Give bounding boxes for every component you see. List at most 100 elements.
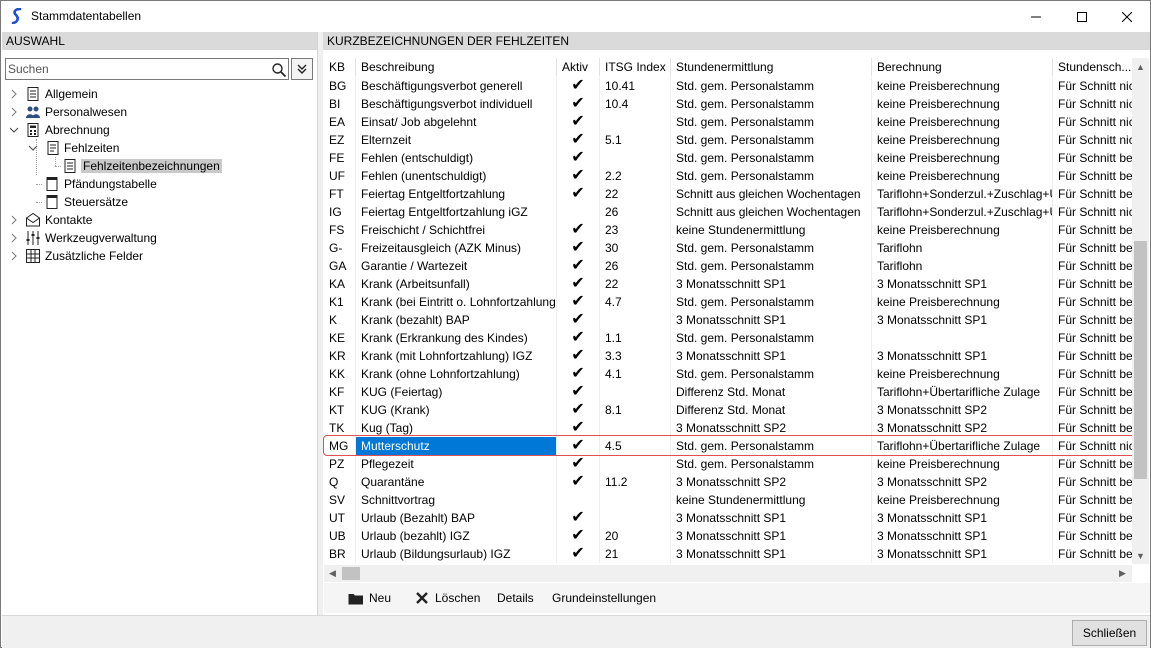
- cell-kb[interactable]: IG: [324, 203, 355, 221]
- table-row[interactable]: BG Beschäftigungsverbot generell ✔ 10.41 Std…: [324, 77, 1134, 95]
- cell-kb[interactable]: FS: [324, 221, 355, 239]
- table-row[interactable]: K Krank (bezahlt) BAP ✔ 3 Monatsschnitt SP1…: [324, 311, 1134, 329]
- cell-itsg-index[interactable]: 21: [599, 545, 670, 563]
- cell-itsg-index[interactable]: [599, 509, 670, 527]
- cell-kb[interactable]: FT: [324, 185, 355, 203]
- cell-berechnung[interactable]: 3 Monatsschnitt SP2: [871, 419, 1052, 437]
- cell-itsg-index[interactable]: [599, 311, 670, 329]
- table-row[interactable]: KE Krank (Erkrankung des Kindes) ✔ 1.1 Std. …: [324, 329, 1134, 347]
- tree-item-steuersaetze[interactable]: Steuersätze: [42, 193, 302, 211]
- cell-kb[interactable]: EZ: [324, 131, 355, 149]
- tree-item-allgemein[interactable]: Allgemein: [9, 85, 309, 103]
- cell-berechnung[interactable]: 3 Monatsschnitt SP1: [871, 527, 1052, 545]
- cell-kb[interactable]: FE: [324, 149, 355, 167]
- cell-beschreibung[interactable]: Freizeitausgleich (AZK Minus): [355, 239, 556, 257]
- cell-beschreibung[interactable]: Urlaub (Bildungsurlaub) IGZ: [355, 545, 556, 563]
- table-row[interactable]: IG Feiertag Entgeltfortzahlung iGZ 26 Schni…: [324, 203, 1134, 221]
- cell-itsg-index[interactable]: [599, 149, 670, 167]
- cell-berechnung[interactable]: 3 Monatsschnitt SP2: [871, 401, 1052, 419]
- table-row[interactable]: KA Krank (Arbeitsunfall) ✔ 22 3 Monatsschnit…: [324, 275, 1134, 293]
- active-checkmark-cell[interactable]: ✔: [556, 275, 599, 293]
- cell-berechnung[interactable]: keine Preisberechnung: [871, 149, 1052, 167]
- cell-beschreibung[interactable]: Fehlen (entschuldigt): [355, 149, 556, 167]
- header-col-stundenermittlung[interactable]: Stundenermittlung: [670, 58, 871, 76]
- cell-stundenermittlung[interactable]: 3 Monatsschnitt SP1: [670, 311, 871, 329]
- cell-stundenermittlung[interactable]: Std. gem. Personalstamm: [670, 293, 871, 311]
- cell-itsg-index[interactable]: 11.2: [599, 473, 670, 491]
- cell-berechnung[interactable]: keine Preisberechnung: [871, 293, 1052, 311]
- cell-itsg-index[interactable]: 1.1: [599, 329, 670, 347]
- cell-beschreibung[interactable]: Fehlen (unentschuldigt): [355, 167, 556, 185]
- cell-stundenermittlung[interactable]: Schnitt aus gleichen Wochentagen: [670, 185, 871, 203]
- cell-stundenschnitt[interactable]: Für Schnitt nic: [1052, 203, 1134, 221]
- active-checkmark-cell[interactable]: ✔: [556, 329, 599, 347]
- tree-item-fehlzeitenbezeichnungen[interactable]: Fehlzeitenbezeichnungen: [61, 157, 301, 175]
- scroll-down-icon[interactable]: ▼: [1132, 547, 1149, 564]
- cell-stundenschnitt[interactable]: Für Schnitt be: [1052, 347, 1134, 365]
- cell-berechnung[interactable]: 3 Monatsschnitt SP1: [871, 275, 1052, 293]
- cell-kb[interactable]: KT: [324, 401, 355, 419]
- header-col-stundenschnitt[interactable]: Stundensch...: [1052, 58, 1134, 76]
- cell-stundenschnitt[interactable]: Für Schnitt be: [1052, 473, 1134, 491]
- cell-beschreibung[interactable]: Garantie / Wartezeit: [355, 257, 556, 275]
- cell-kb[interactable]: BR: [324, 545, 355, 563]
- table-row[interactable]: EA Einsat/ Job abgelehnt ✔ Std. gem. Person…: [324, 113, 1134, 131]
- chevron-right-icon[interactable]: [9, 233, 19, 243]
- active-checkmark-cell[interactable]: ✔: [556, 455, 599, 473]
- details-button[interactable]: Details: [497, 589, 534, 607]
- active-checkmark-cell[interactable]: ✔: [556, 293, 599, 311]
- cell-beschreibung[interactable]: Krank (ohne Lohnfortzahlung): [355, 365, 556, 383]
- active-checkmark-cell[interactable]: [556, 203, 599, 221]
- cell-stundenschnitt[interactable]: Für Schnitt be: [1052, 311, 1134, 329]
- cell-itsg-index[interactable]: 2.2: [599, 167, 670, 185]
- cell-kb[interactable]: KF: [324, 383, 355, 401]
- cell-stundenschnitt[interactable]: Für Schnitt be: [1052, 383, 1134, 401]
- header-col-berechnung[interactable]: Berechnung: [871, 58, 1052, 76]
- cell-stundenermittlung[interactable]: Differenz Std. Monat: [670, 383, 871, 401]
- cell-beschreibung[interactable]: Urlaub (Bezahlt) BAP: [355, 509, 556, 527]
- cell-itsg-index[interactable]: 4.5: [599, 437, 670, 455]
- active-checkmark-cell[interactable]: ✔: [556, 365, 599, 383]
- tree-item-kontakte[interactable]: Kontakte: [9, 211, 309, 229]
- cell-kb[interactable]: KA: [324, 275, 355, 293]
- cell-stundenschnitt[interactable]: Für Schnitt nic: [1052, 113, 1134, 131]
- table-row[interactable]: UF Fehlen (unentschuldigt) ✔ 2.2 Std. gem. P…: [324, 167, 1134, 185]
- cell-kb[interactable]: KE: [324, 329, 355, 347]
- cell-stundenermittlung[interactable]: Std. gem. Personalstamm: [670, 131, 871, 149]
- cell-beschreibung[interactable]: Krank (mit Lohnfortzahlung) IGZ: [355, 347, 556, 365]
- vertical-scroll-thumb[interactable]: [1134, 241, 1147, 479]
- cell-itsg-index[interactable]: 22: [599, 185, 670, 203]
- collapse-filter-button[interactable]: [291, 58, 313, 80]
- table-row[interactable]: KT KUG (Krank) ✔ 8.1 Differenz Std. Monat 3 M…: [324, 401, 1134, 419]
- cell-beschreibung[interactable]: Elternzeit: [355, 131, 556, 149]
- cell-stundenschnitt[interactable]: Für Schnitt be: [1052, 185, 1134, 203]
- table-row[interactable]: BR Urlaub (Bildungsurlaub) IGZ ✔ 21 3 Monats…: [324, 545, 1134, 563]
- cell-itsg-index[interactable]: 8.1: [599, 401, 670, 419]
- chevron-down-icon[interactable]: [9, 125, 19, 135]
- cell-berechnung[interactable]: keine Preisberechnung: [871, 365, 1052, 383]
- cell-kb[interactable]: UT: [324, 509, 355, 527]
- table-row[interactable]: FE Fehlen (entschuldigt) ✔ Std. gem. Person…: [324, 149, 1134, 167]
- cell-berechnung[interactable]: Tariflohn: [871, 257, 1052, 275]
- cell-berechnung[interactable]: keine Preisberechnung: [871, 491, 1052, 509]
- cell-berechnung[interactable]: 3 Monatsschnitt SP1: [871, 509, 1052, 527]
- active-checkmark-cell[interactable]: ✔: [556, 257, 599, 275]
- cell-stundenermittlung[interactable]: Std. gem. Personalstamm: [670, 77, 871, 95]
- cell-berechnung[interactable]: Tariflohn+Sonderzul.+Zuschlag+Ü: [871, 203, 1052, 221]
- cell-berechnung[interactable]: Tariflohn+Übertarifliche Zulage: [871, 437, 1052, 455]
- cell-stundenermittlung[interactable]: Std. gem. Personalstamm: [670, 455, 871, 473]
- scroll-right-icon[interactable]: ▶: [1114, 565, 1131, 582]
- cell-stundenschnitt[interactable]: Für Schnitt be: [1052, 239, 1134, 257]
- tree-item-zusaetzliche-felder[interactable]: Zusätzliche Felder: [9, 247, 309, 265]
- table-row[interactable]: UT Urlaub (Bezahlt) BAP ✔ 3 Monatsschnitt S…: [324, 509, 1134, 527]
- active-checkmark-cell[interactable]: ✔: [556, 311, 599, 329]
- table-row[interactable]: GA Garantie / Wartezeit ✔ 26 Std. gem. Perso…: [324, 257, 1134, 275]
- cell-itsg-index[interactable]: [599, 455, 670, 473]
- cell-stundenschnitt[interactable]: Für Schnitt be: [1052, 491, 1134, 509]
- header-col-beschreibung[interactable]: Beschreibung: [355, 58, 556, 76]
- cell-itsg-index[interactable]: 23: [599, 221, 670, 239]
- table-row[interactable]: G- Freizeitausgleich (AZK Minus) ✔ 30 Std. g…: [324, 239, 1134, 257]
- cell-itsg-index[interactable]: [599, 419, 670, 437]
- table-row[interactable]: K1 Krank (bei Eintritt o. Lohnfortzahlung…: [324, 293, 1134, 311]
- cell-itsg-index[interactable]: [599, 113, 670, 131]
